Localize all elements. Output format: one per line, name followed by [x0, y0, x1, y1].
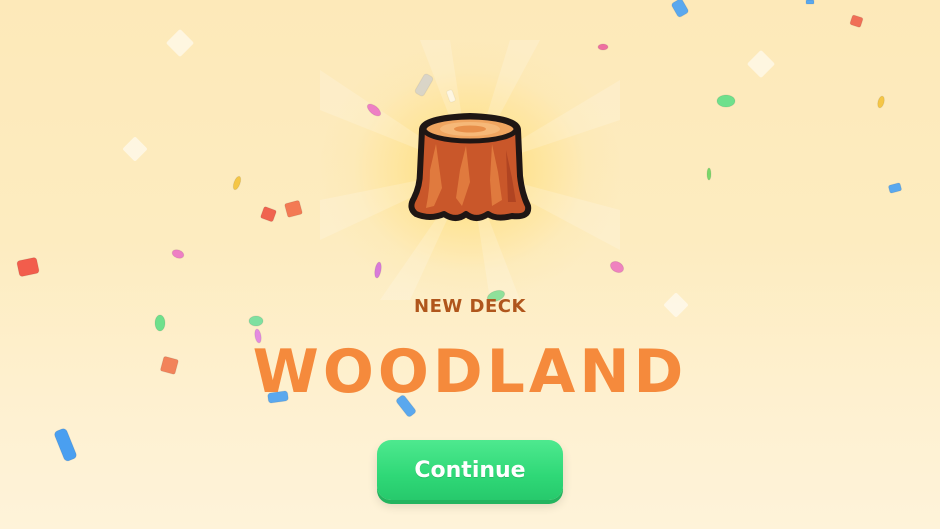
confetti-piece: [888, 182, 902, 194]
deck-name-title: WOODLAND: [252, 337, 688, 407]
confetti-piece: [366, 103, 382, 117]
continue-button[interactable]: Continue: [377, 440, 563, 500]
confetti-piece: [671, 0, 689, 18]
confetti-piece: [232, 175, 242, 191]
confetti-piece: [284, 200, 303, 218]
tree-stump-icon: [408, 113, 532, 221]
confetti-piece: [160, 356, 179, 375]
confetti-piece: [171, 249, 185, 259]
deck-subtitle: NEW DECK: [414, 296, 526, 317]
confetti-piece: [877, 95, 885, 109]
confetti-piece: [374, 261, 382, 279]
confetti-piece: [446, 89, 456, 103]
confetti-piece: [849, 14, 864, 28]
confetti-piece: [706, 167, 712, 181]
confetti-piece: [716, 94, 736, 108]
confetti-piece: [805, 0, 815, 5]
confetti-piece: [154, 314, 166, 332]
confetti-piece: [54, 428, 77, 462]
confetti-piece: [16, 257, 40, 277]
deck-unlock-screen: NEW DECK WOODLAND Continue: [0, 0, 940, 529]
confetti-piece: [609, 260, 625, 274]
confetti-piece: [260, 206, 277, 222]
confetti-piece: [414, 73, 434, 97]
confetti-piece: [248, 315, 264, 327]
confetti-piece: [597, 43, 609, 51]
